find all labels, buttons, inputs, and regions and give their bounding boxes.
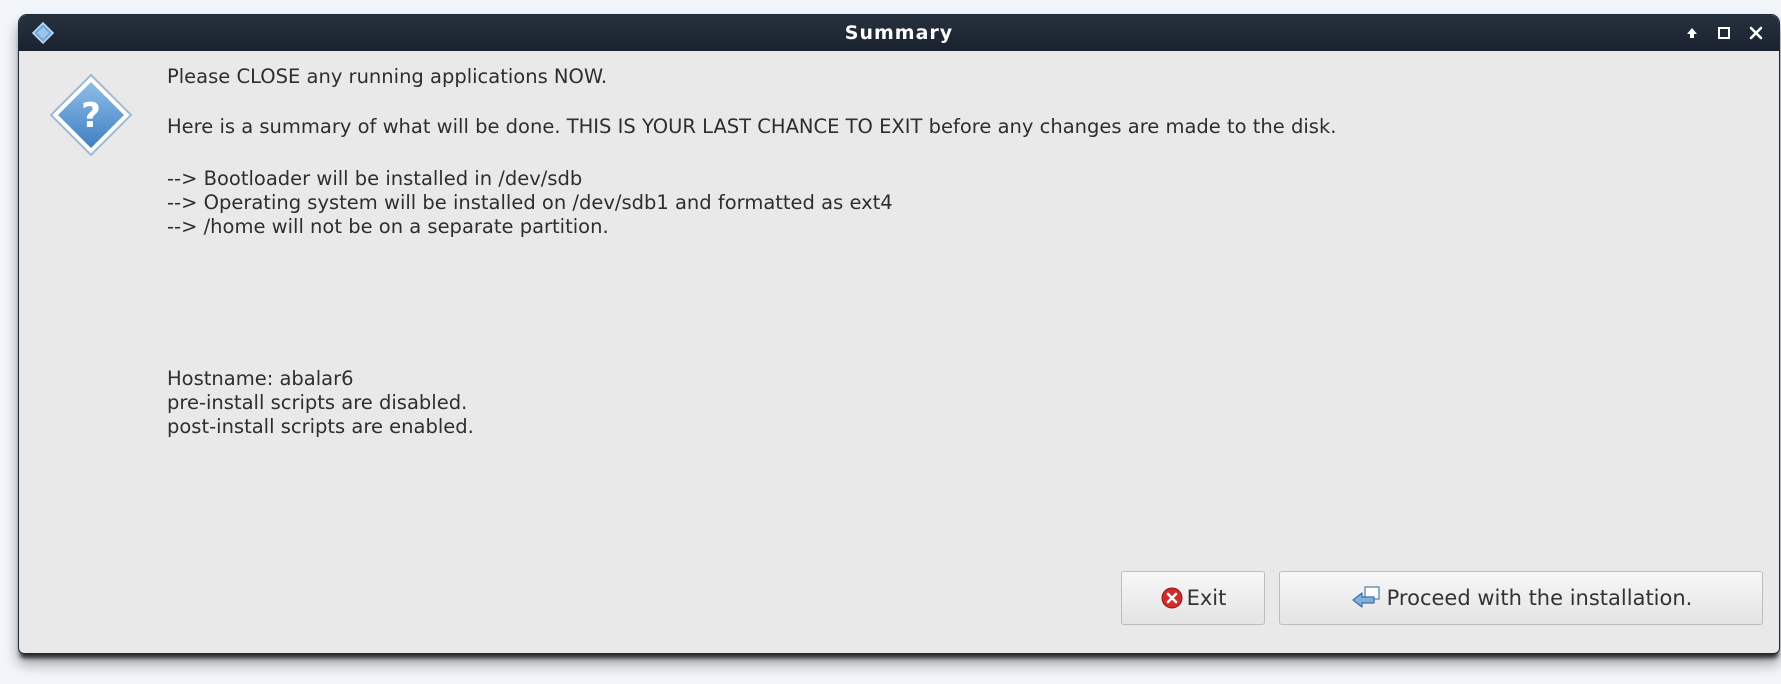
action-line: --> /home will not be on a separate part…	[167, 215, 609, 238]
action-line: --> Bootloader will be installed in /dev…	[167, 167, 583, 190]
post-install-status-text: post-install scripts are enabled.	[167, 415, 474, 438]
maximize-icon[interactable]	[1713, 21, 1735, 45]
dialog-content: ? Please CLOSE any running applications …	[19, 51, 1779, 653]
exit-button[interactable]: Exit	[1121, 571, 1265, 625]
hostname-text: Hostname: abalar6	[167, 367, 354, 390]
close-icon[interactable]	[1745, 21, 1767, 45]
window-title: Summary	[844, 22, 954, 44]
question-icon: ?	[49, 73, 133, 157]
proceed-button-label: Proceed with the installation.	[1386, 586, 1693, 610]
pre-install-status-text: pre-install scripts are disabled.	[167, 391, 468, 414]
summary-dialog: Summary ? Please CLOSE any running appli…	[18, 14, 1780, 654]
svg-text:?: ?	[81, 96, 101, 136]
window-controls	[1681, 21, 1767, 45]
screen-background: Summary ? Please CLOSE any running appli…	[0, 0, 1781, 684]
dialog-buttons: Exit Proceed with the installation.	[1121, 571, 1763, 625]
window-titlebar[interactable]: Summary	[19, 15, 1779, 51]
action-line: --> Operating system will be installed o…	[167, 191, 893, 214]
proceed-arrow-icon	[1350, 585, 1384, 611]
proceed-button[interactable]: Proceed with the installation.	[1279, 571, 1763, 625]
summary-intro-text: Here is a summary of what will be done. …	[167, 115, 1337, 138]
exit-button-label: Exit	[1186, 586, 1227, 610]
exit-icon	[1160, 586, 1184, 610]
minimize-icon[interactable]	[1681, 21, 1703, 45]
close-apps-text: Please CLOSE any running applications NO…	[167, 65, 608, 88]
